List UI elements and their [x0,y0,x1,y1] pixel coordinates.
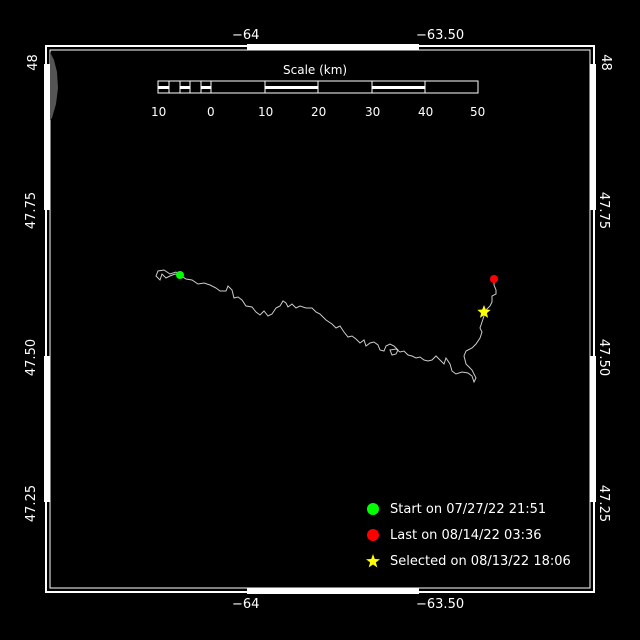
scale-label-20: 20 [311,105,327,119]
scale-label-10-left: 10 [151,105,167,119]
y-tick-right-47.75: 47.75 [596,191,612,230]
legend-selected: Selected on 08/13/22 18:06 [366,552,571,570]
legend-selected-label: Selected on 08/13/22 18:06 [390,553,571,569]
y-tick-left-47.25: 47.25 [24,484,40,523]
x-tick-top-2: −63.50 [416,28,465,43]
legend-last-label: Last on 08/14/22 03:36 [390,527,542,543]
x-tick-bottom-2: −63.50 [416,597,465,612]
x-tick-bottom-1: −64 [232,597,260,612]
y-tick-right-48: 48 [597,54,613,71]
map-canvas [44,44,596,594]
star-icon [366,554,380,568]
legend-start: Start on 07/27/22 21:51 [366,500,546,518]
drifter-track [155,269,497,384]
scale-label-30: 30 [365,105,381,119]
scale-bar [157,80,479,94]
scale-title: Scale (km) [283,63,348,77]
y-tick-left-48: 48 [25,54,41,71]
legend-last: Last on 08/14/22 03:36 [366,526,542,544]
last-marker [490,275,498,283]
scale-label-10: 10 [258,105,274,119]
legend-start-label: Start on 07/27/22 21:51 [390,501,547,517]
scale-label-0: 0 [207,105,215,119]
coastline-land [50,52,58,120]
circle-icon [367,529,379,541]
y-tick-right-47.25: 47.25 [596,484,612,523]
circle-icon [367,503,379,515]
x-tick-top-1: −64 [232,28,260,43]
scale-label-40: 40 [418,105,434,119]
y-tick-left-47.50: 47.50 [24,338,40,377]
scale-label-50: 50 [470,105,486,119]
start-marker [176,271,184,279]
y-tick-left-47.75: 47.75 [24,191,40,230]
y-tick-right-47.50: 47.50 [596,338,612,377]
